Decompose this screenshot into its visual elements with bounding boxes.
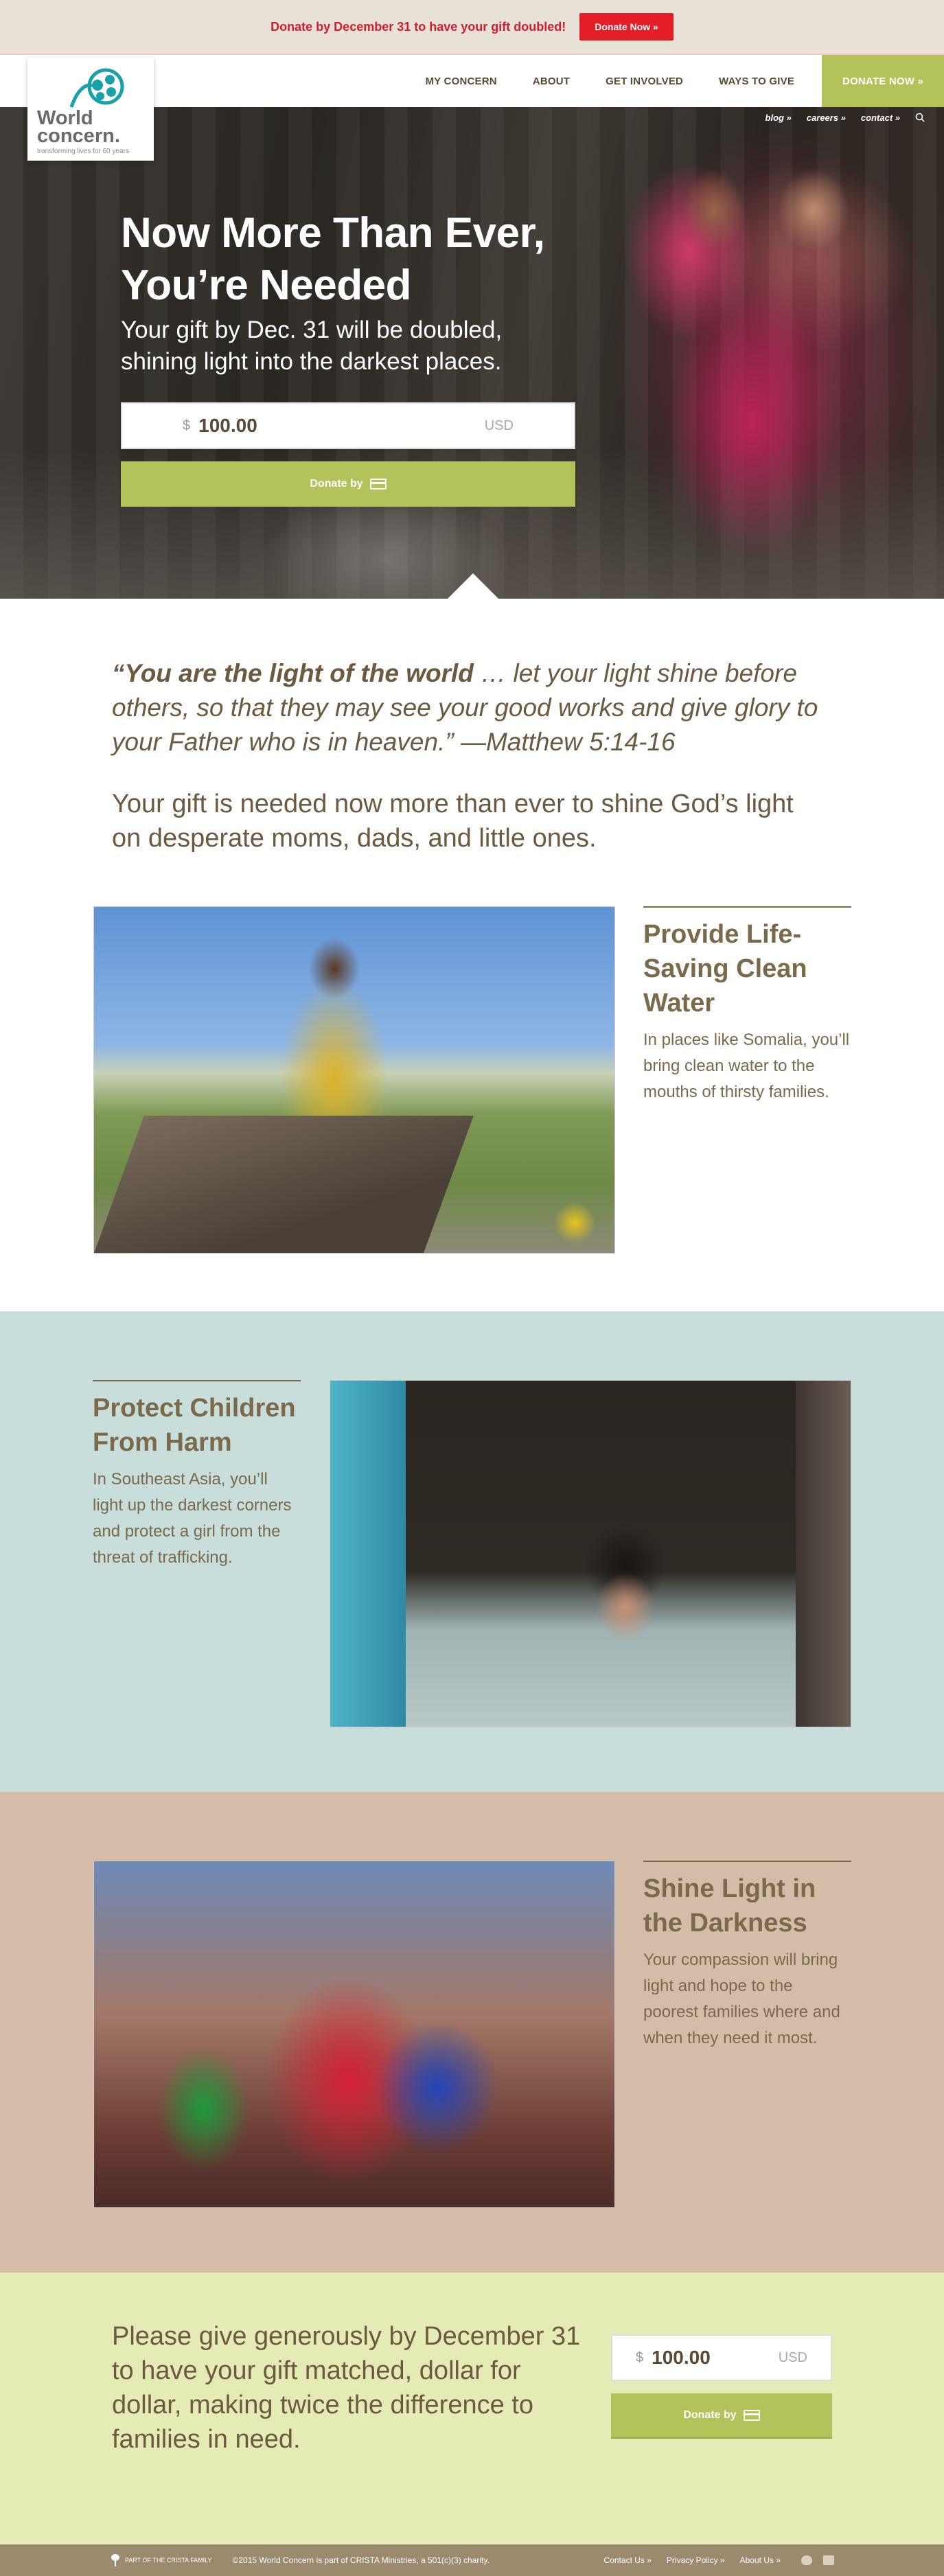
crista-label: PART OF THE CRISTA FAMILY — [125, 2557, 212, 2564]
promo-bar: Donate by December 31 to have your gift … — [0, 0, 944, 55]
feature-text: Shine Light in the Darkness Your compass… — [643, 1861, 851, 2051]
logo-tagline: transforming lives for 60 years — [37, 148, 129, 155]
footer-contact-link[interactable]: Contact Us » — [604, 2555, 652, 2565]
credit-card-icon — [369, 479, 387, 490]
photo-mother-and-children — [93, 1861, 615, 2208]
nav-get-involved[interactable]: GET INVOLVED — [588, 76, 701, 87]
closing-donate-button[interactable]: Donate by — [611, 2393, 832, 2437]
feature-title: Provide Life-Saving Clean Water — [643, 906, 851, 1020]
currency-symbol: $ — [183, 417, 191, 433]
feature-text: Protect Children From Harm In Southeast … — [93, 1380, 301, 1571]
crista-tree-icon — [110, 2554, 121, 2566]
hero-donate-button[interactable]: Donate by — [121, 461, 575, 507]
hero-subtitle: Your gift by Dec. 31 will be doubled, sh… — [121, 317, 503, 375]
hero-amount-input[interactable]: $ 100.00 USD — [121, 402, 575, 449]
careers-link[interactable]: careers » — [807, 113, 846, 123]
hero-banner: blog » careers » contact » Now More Than… — [0, 107, 944, 599]
promo-text: Donate by December 31 to have your gift … — [270, 19, 566, 34]
closing-amount-input[interactable]: $ 100.00 USD — [611, 2334, 832, 2381]
feature-title: Shine Light in the Darkness — [643, 1861, 851, 1940]
nav-my-concern[interactable]: MY CONCERN — [408, 76, 515, 87]
feature-body: In places like Somalia, you’ll bring cle… — [643, 1031, 850, 1101]
photo-wall — [796, 1381, 851, 1727]
feature-title: Protect Children From Harm — [93, 1380, 301, 1460]
feature-text: Provide Life-Saving Clean Water In place… — [643, 906, 851, 1105]
photo-roof — [94, 1116, 474, 1253]
intro-section: “You are the light of the world … let yo… — [0, 599, 824, 906]
footer-privacy-link[interactable]: Privacy Policy » — [667, 2555, 725, 2565]
intro-lead: Your gift is needed now more than ever t… — [112, 790, 794, 853]
feature-clean-water: Provide Life-Saving Clean Water In place… — [0, 906, 944, 1311]
twitter-icon[interactable] — [801, 2555, 812, 2565]
currency-symbol: $ — [636, 2349, 644, 2365]
search-icon[interactable] — [915, 113, 925, 122]
amount-value[interactable]: 100.00 — [198, 415, 485, 437]
facebook-icon[interactable] — [823, 2555, 834, 2565]
scripture-quote: “You are the light of the world … let yo… — [112, 659, 818, 756]
nav-donate-now-button[interactable]: DONATE NOW » — [822, 55, 944, 107]
contact-link[interactable]: contact » — [861, 113, 900, 123]
donate-label: Donate by — [683, 2409, 737, 2421]
closing-section: Please give generously by December 31 to… — [0, 2273, 944, 2544]
social-links — [801, 2555, 834, 2565]
utility-links: blog » careers » contact » — [765, 113, 925, 123]
feature-protect-children: Protect Children From Harm In Southeast … — [0, 1311, 944, 1792]
main-nav: MY CONCERN ABOUT GET INVOLVED WAYS TO GI… — [408, 55, 944, 107]
photo-window-frame — [330, 1381, 406, 1727]
feature-body: In Southeast Asia, you’ll light up the d… — [93, 1470, 292, 1567]
hero-notch — [447, 573, 499, 599]
logo[interactable]: World concern. transforming lives for 60… — [27, 58, 154, 161]
amount-value[interactable]: 100.00 — [652, 2347, 779, 2369]
nav-about[interactable]: ABOUT — [515, 76, 588, 87]
donate-label: Donate by — [310, 478, 363, 490]
feature-body: Your compassion will bring light and hop… — [643, 1951, 840, 2047]
currency-code: USD — [484, 417, 514, 433]
closing-text: Please give generously by December 31 to… — [112, 2322, 581, 2454]
nav-ways-to-give[interactable]: WAYS TO GIVE — [701, 76, 812, 87]
site-header: World concern. transforming lives for 60… — [0, 55, 944, 161]
footer-about-link[interactable]: About Us » — [740, 2555, 781, 2565]
site-footer: PART OF THE CRISTA FAMILY ©2015 World Co… — [0, 2544, 944, 2576]
currency-code: USD — [778, 2349, 807, 2365]
photo-woman-pouring-water — [93, 906, 615, 1254]
copyright: ©2015 World Concern is part of CRISTA Mi… — [232, 2555, 490, 2565]
feature-shine-light: Shine Light in the Darkness Your compass… — [0, 1792, 944, 2273]
blog-link[interactable]: blog » — [765, 113, 792, 123]
footer-links: Contact Us » Privacy Policy » About Us » — [604, 2555, 781, 2565]
promo-donate-button[interactable]: Donate Now » — [579, 13, 674, 41]
photo-child-at-window — [330, 1380, 851, 1727]
hero-title: Now More Than Ever, You’re Needed — [121, 209, 545, 309]
logo-wordmark: World concern. — [37, 107, 120, 147]
hero-copy: Now More Than Ever, You’re Needed Your g… — [121, 207, 575, 507]
credit-card-icon — [743, 2410, 760, 2421]
crista-badge[interactable]: PART OF THE CRISTA FAMILY — [110, 2554, 212, 2566]
